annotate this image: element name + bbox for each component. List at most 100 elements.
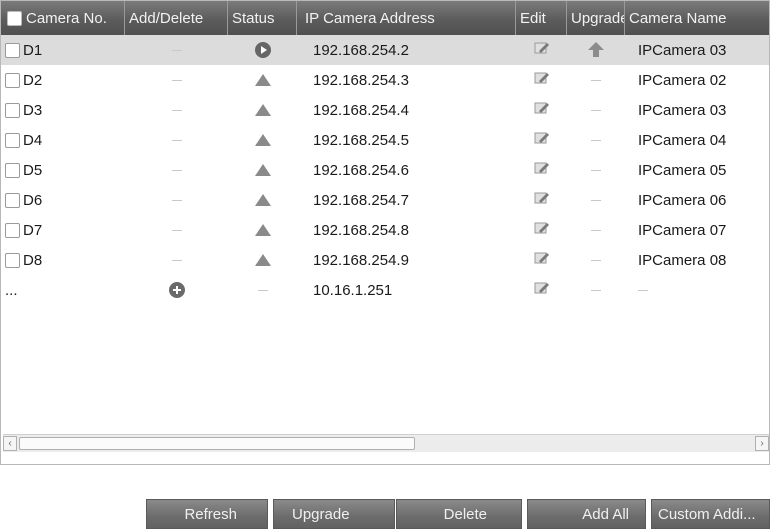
camera-no-cell: D8: [1, 245, 125, 275]
add-all-button[interactable]: Add All: [527, 499, 646, 529]
camera-no: D7: [23, 221, 43, 239]
camera-no-cell: D3: [1, 95, 125, 125]
dash-icon: [591, 169, 601, 171]
play-icon[interactable]: [254, 42, 271, 58]
header-ip-address[interactable]: IP Camera Address: [297, 1, 516, 35]
camera-no: D2: [23, 71, 43, 89]
add-delete-cell: [125, 185, 228, 215]
upgrade-cell: [567, 275, 625, 305]
header-camera-no[interactable]: Camera No.: [1, 1, 125, 35]
scroll-right-icon[interactable]: ›: [755, 436, 769, 451]
status-cell: [228, 275, 297, 305]
dash-icon: [257, 289, 268, 291]
header-upgrade-label: Upgrade: [571, 9, 625, 27]
camera-no: D4: [23, 131, 43, 149]
edit-icon[interactable]: [534, 251, 550, 269]
custom-add-button[interactable]: Custom Addi...: [651, 499, 770, 529]
row-checkbox[interactable]: [5, 252, 20, 268]
horizontal-scrollbar[interactable]: ‹ ›: [3, 434, 769, 452]
edit-icon[interactable]: [534, 71, 550, 89]
status-cell: [228, 215, 297, 245]
add-delete-cell: [125, 155, 228, 185]
ip-address: 10.16.1.251: [313, 281, 393, 299]
camera-no: D5: [23, 161, 43, 179]
add-delete-cell: [125, 275, 228, 305]
warning-icon: [254, 224, 271, 236]
upgrade-cell: [567, 215, 625, 245]
dash-icon: [591, 259, 601, 261]
table-row[interactable]: D1 192.168.254.2 IPCamera 03: [1, 35, 769, 65]
table-row[interactable]: D2 192.168.254.3 IPCamera 02: [1, 65, 769, 95]
dash-icon: [171, 109, 182, 111]
warning-icon: [254, 254, 271, 266]
table-row[interactable]: D4 192.168.254.5 IPCamera 04: [1, 125, 769, 155]
ip-address: 192.168.254.8: [313, 221, 409, 239]
camera-name: IPCamera 05: [638, 161, 727, 179]
header-upgrade[interactable]: Upgrade: [567, 1, 625, 35]
edit-icon[interactable]: [534, 131, 550, 149]
edit-icon[interactable]: [534, 281, 550, 299]
row-checkbox[interactable]: [5, 42, 20, 58]
row-checkbox[interactable]: [5, 72, 20, 88]
table-row[interactable]: D5 192.168.254.6 IPCamera 05: [1, 155, 769, 185]
table-body: D1 192.168.254.2 IPCamera 03 D2 192.168.254.…: [1, 35, 769, 305]
camera-name: IPCamera 08: [638, 251, 727, 269]
edit-icon[interactable]: [534, 221, 550, 239]
search-result-row[interactable]: ... 10.16.1.251: [1, 275, 769, 305]
warning-icon: [254, 194, 271, 206]
upgrade-arrow-icon[interactable]: [588, 42, 604, 58]
edit-cell: [516, 275, 567, 305]
table-row[interactable]: D6 192.168.254.7 IPCamera 06: [1, 185, 769, 215]
ip-address: 192.168.254.5: [313, 131, 409, 149]
table-row[interactable]: D7 192.168.254.8 IPCamera 07: [1, 215, 769, 245]
status-cell: [228, 245, 297, 275]
camera-no-cell: D7: [1, 215, 125, 245]
edit-cell: [516, 95, 567, 125]
header-camera-no-label: Camera No.: [26, 9, 107, 27]
dash-icon: [171, 199, 182, 201]
add-icon[interactable]: [168, 282, 185, 298]
edit-cell: [516, 35, 567, 65]
add-delete-cell: [125, 125, 228, 155]
dash-icon: [591, 229, 601, 231]
row-checkbox[interactable]: [5, 222, 20, 238]
row-checkbox[interactable]: [5, 192, 20, 208]
row-checkbox[interactable]: [5, 102, 20, 118]
upgrade-cell: [567, 125, 625, 155]
camera-no-cell: D4: [1, 125, 125, 155]
camera-no: D6: [23, 191, 43, 209]
camera-no-cell: D6: [1, 185, 125, 215]
status-cell: [228, 155, 297, 185]
upgrade-cell: [567, 65, 625, 95]
dash-icon: [171, 259, 182, 261]
header-camera-name[interactable]: Camera Name: [625, 1, 769, 35]
edit-icon[interactable]: [534, 191, 550, 209]
dash-icon: [591, 199, 601, 201]
delete-button[interactable]: Delete: [396, 499, 522, 529]
refresh-button[interactable]: Refresh: [146, 499, 268, 529]
table-row[interactable]: D3 192.168.254.4 IPCamera 03: [1, 95, 769, 125]
upgrade-button[interactable]: Upgrade: [273, 499, 395, 529]
camera-name: IPCamera 06: [638, 191, 727, 209]
row-checkbox[interactable]: [5, 162, 20, 178]
ip-address: 192.168.254.6: [313, 161, 409, 179]
dash-icon: [591, 109, 601, 111]
add-delete-cell: [125, 245, 228, 275]
edit-icon[interactable]: [534, 161, 550, 179]
header-status-label: Status: [232, 9, 275, 27]
table-row[interactable]: D8 192.168.254.9 IPCamera 08: [1, 245, 769, 275]
scroll-thumb[interactable]: [19, 437, 415, 450]
select-all-checkbox[interactable]: [7, 10, 22, 26]
row-checkbox[interactable]: [5, 132, 20, 148]
ip-address: 192.168.254.4: [313, 101, 409, 119]
edit-icon[interactable]: [534, 101, 550, 119]
header-add-delete[interactable]: Add/Delete: [125, 1, 228, 35]
status-cell: [228, 185, 297, 215]
dash-icon: [171, 49, 182, 51]
header-edit[interactable]: Edit: [516, 1, 567, 35]
header-status[interactable]: Status: [228, 1, 297, 35]
scroll-left-icon[interactable]: ‹: [3, 436, 17, 451]
dash-icon: [171, 169, 182, 171]
edit-icon[interactable]: [534, 41, 550, 59]
upgrade-cell: [567, 245, 625, 275]
